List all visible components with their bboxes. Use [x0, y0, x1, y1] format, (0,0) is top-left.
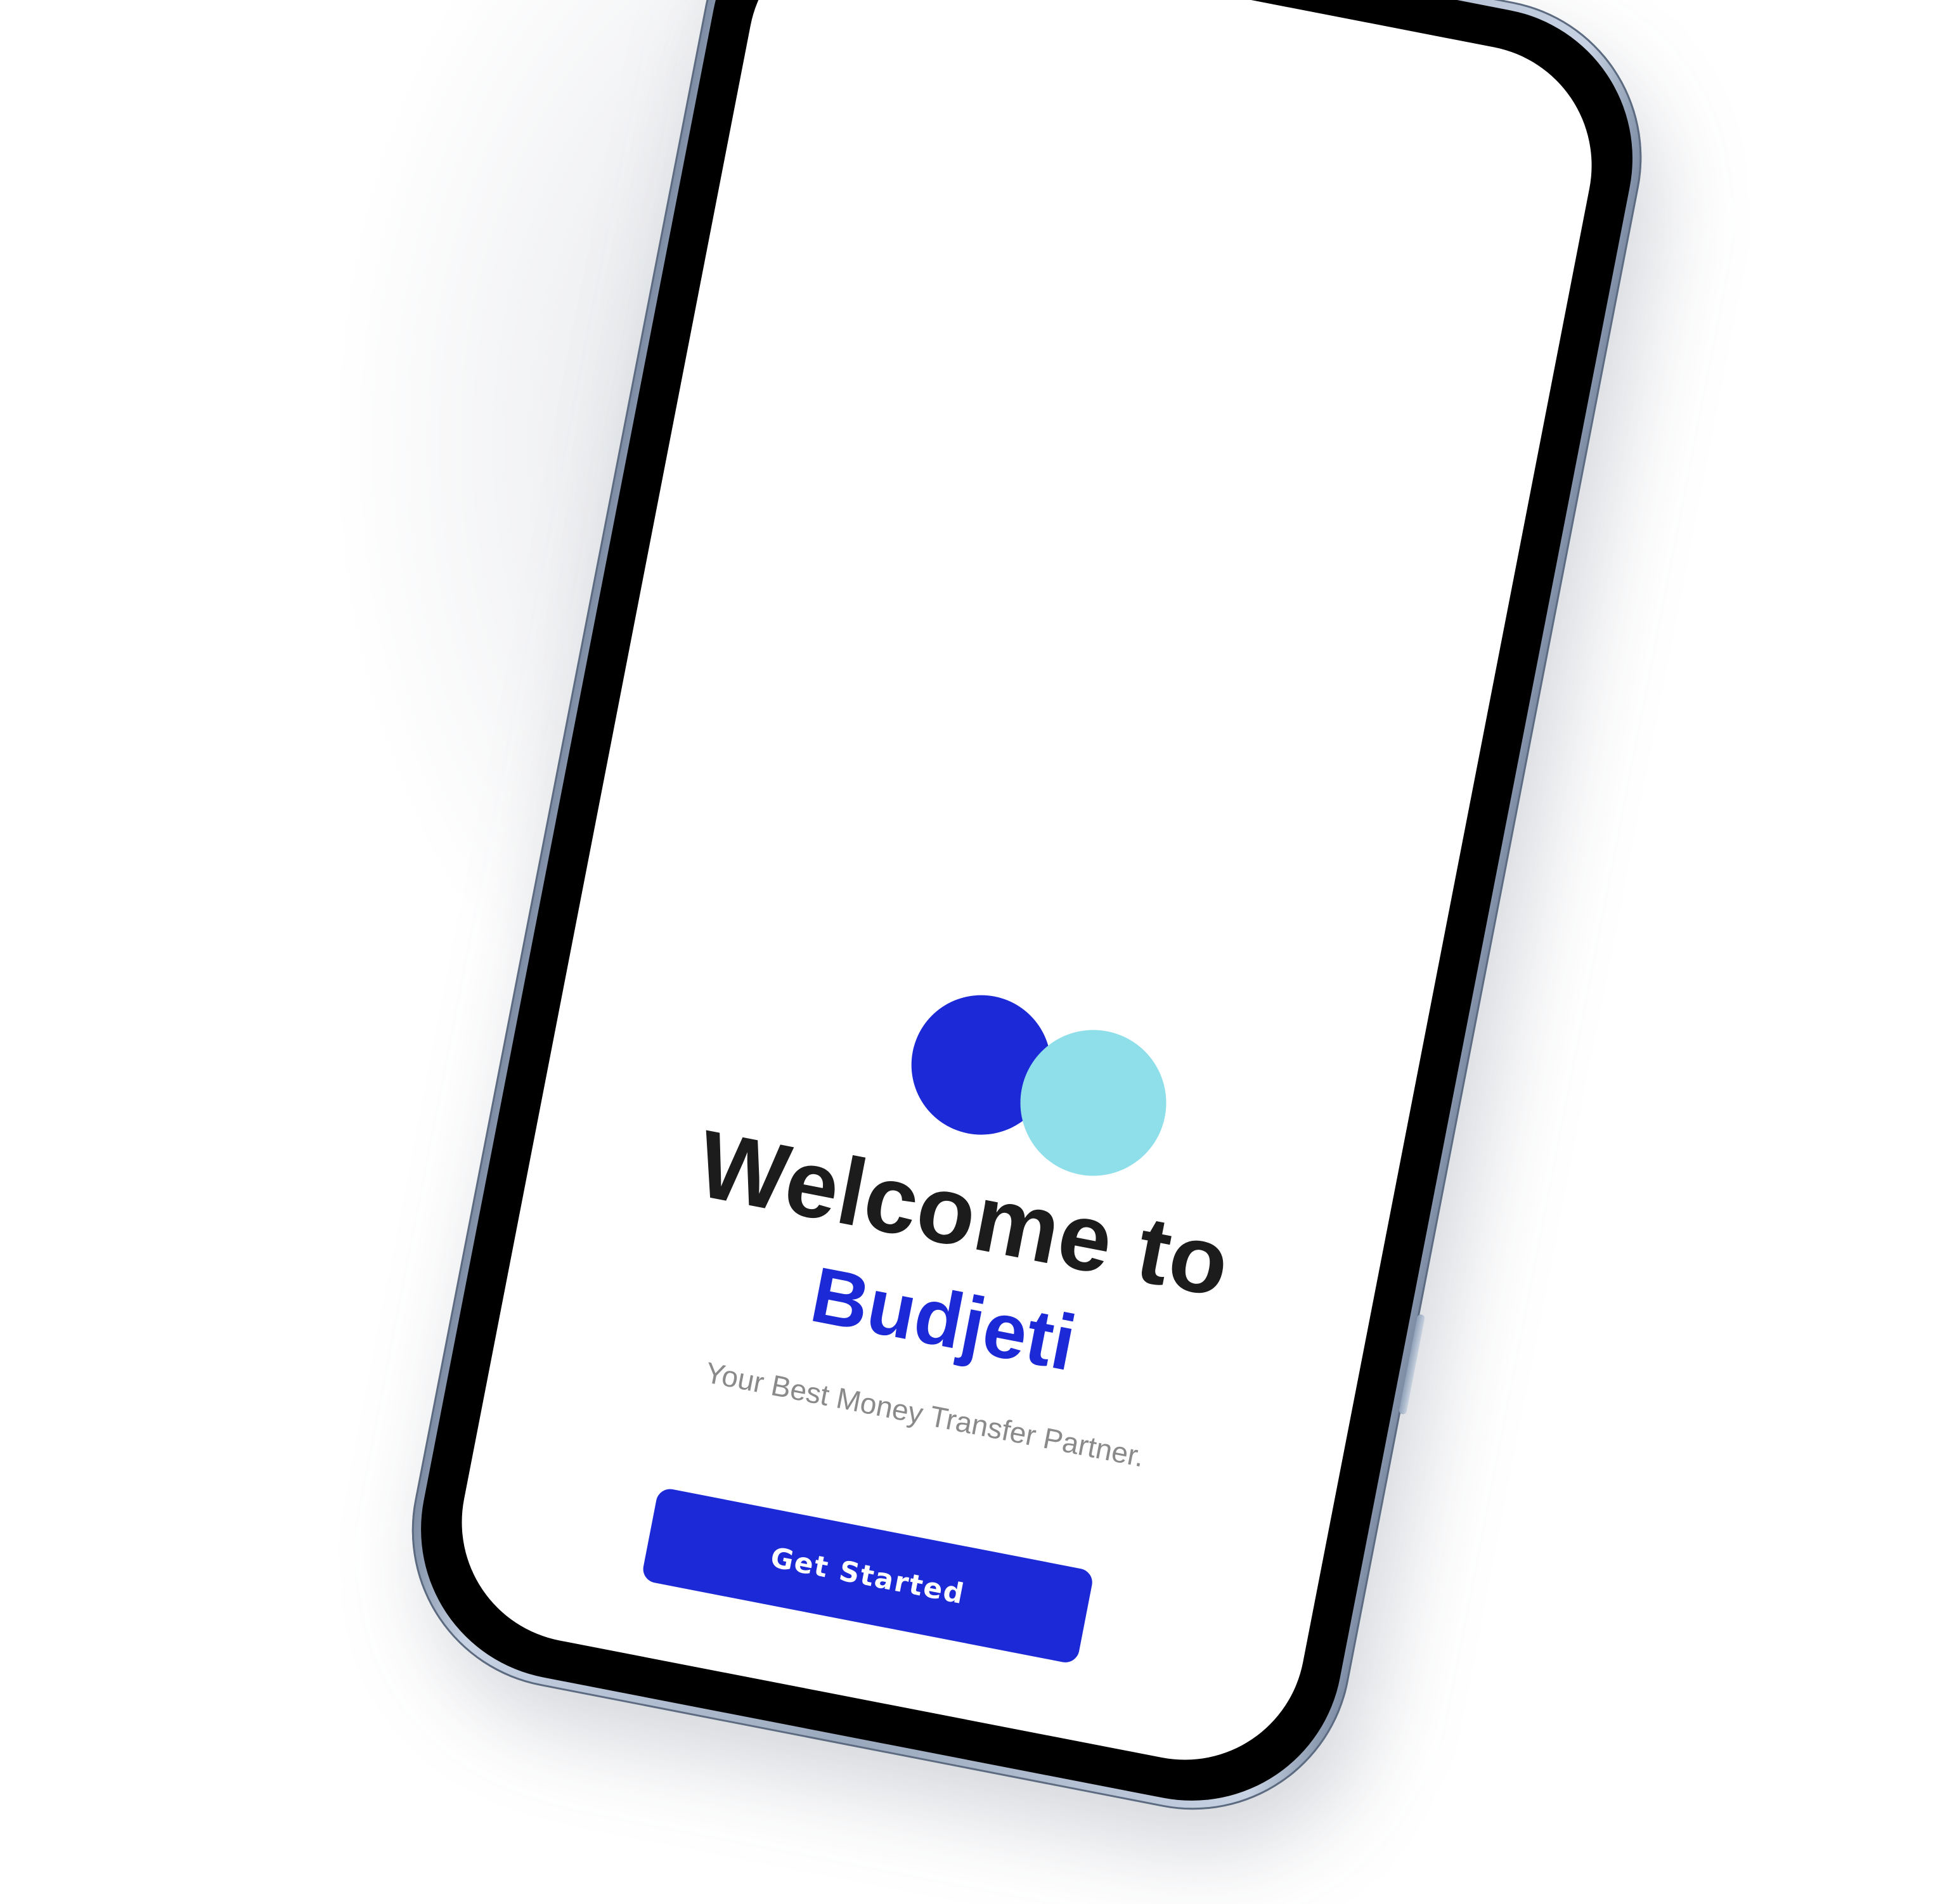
get-started-button[interactable]: Get Started: [640, 1486, 1095, 1665]
app-logo-icon: [544, 0, 1613, 1256]
